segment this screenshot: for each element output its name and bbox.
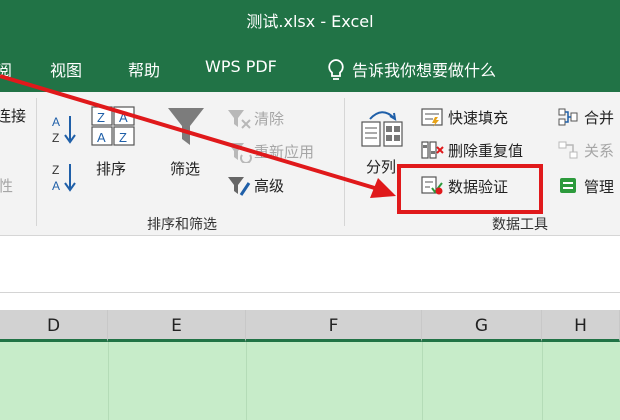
annotation-arrow [0,74,396,198]
